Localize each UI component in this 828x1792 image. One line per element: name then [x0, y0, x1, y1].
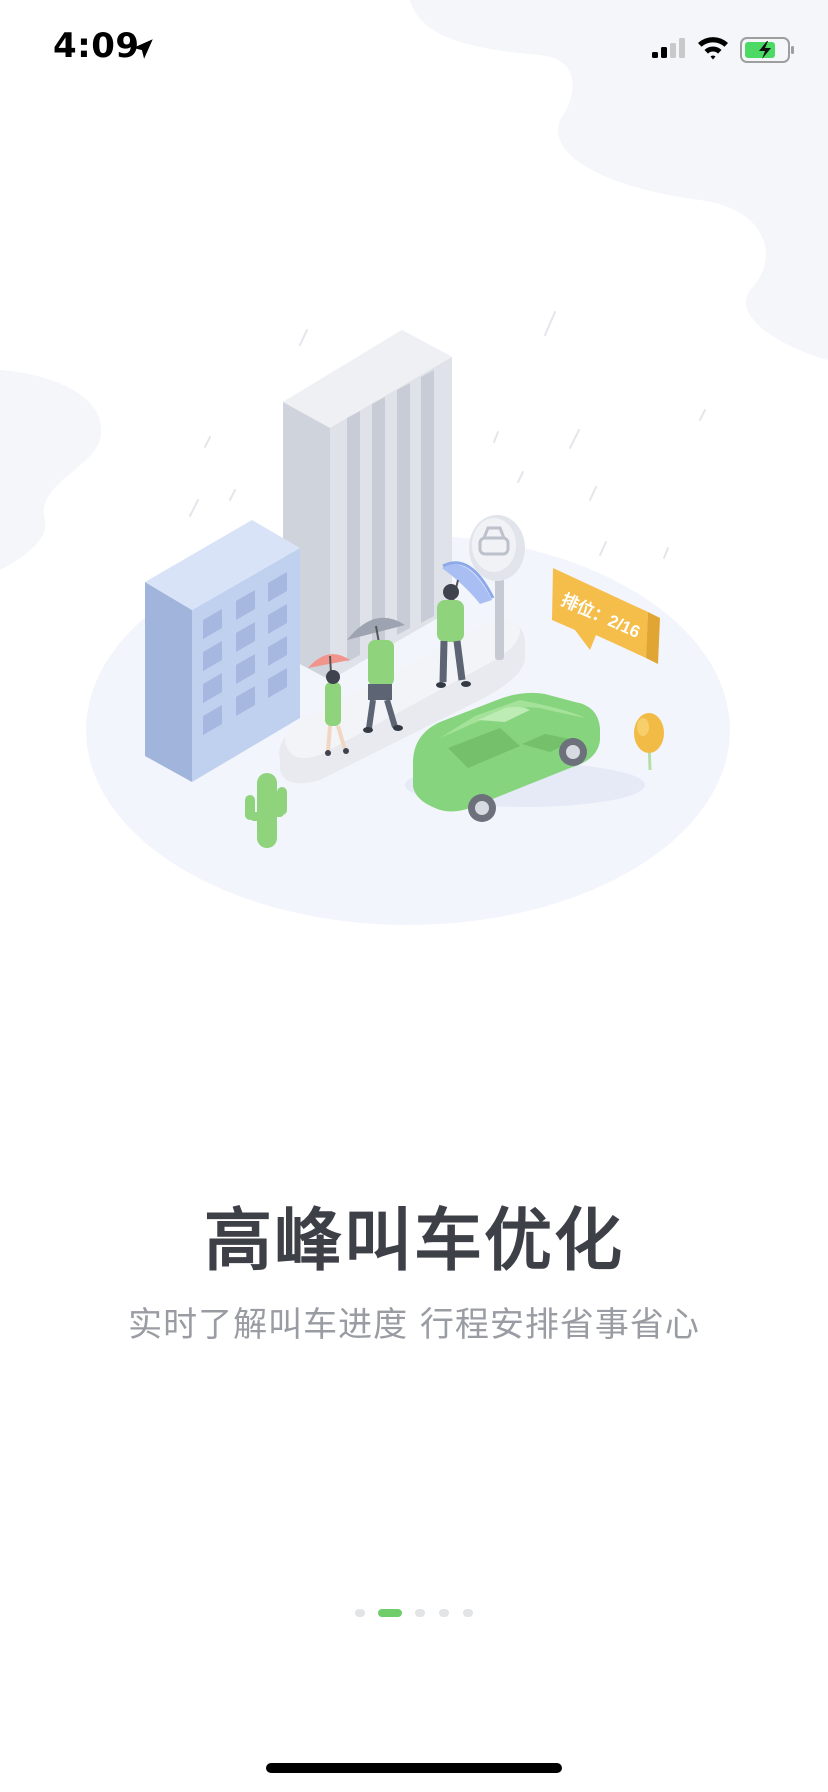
location-arrow-icon	[133, 39, 153, 59]
home-indicator[interactable]	[266, 1763, 562, 1773]
page-dot-3[interactable]	[415, 1609, 425, 1617]
page-dot-1[interactable]	[355, 1609, 365, 1617]
cellular-signal-icon	[652, 38, 685, 58]
wifi-icon	[698, 37, 728, 60]
battery-charging-icon	[740, 37, 794, 63]
page-dot-2-active[interactable]	[378, 1609, 402, 1617]
status-time: 4:09	[53, 26, 140, 66]
onboarding-subtitle: 实时了解叫车进度 行程安排省事省心	[128, 1305, 700, 1345]
page-dot-5[interactable]	[463, 1609, 473, 1617]
status-bar: 4:09	[0, 0, 828, 100]
background-blob-left	[0, 370, 102, 570]
onboarding-illustration: 排位：2/16	[0, 0, 828, 925]
page-dot-4[interactable]	[439, 1609, 449, 1617]
page-indicator[interactable]	[0, 1605, 828, 1619]
onboarding-title: 高峰叫车优化	[203, 1202, 624, 1281]
